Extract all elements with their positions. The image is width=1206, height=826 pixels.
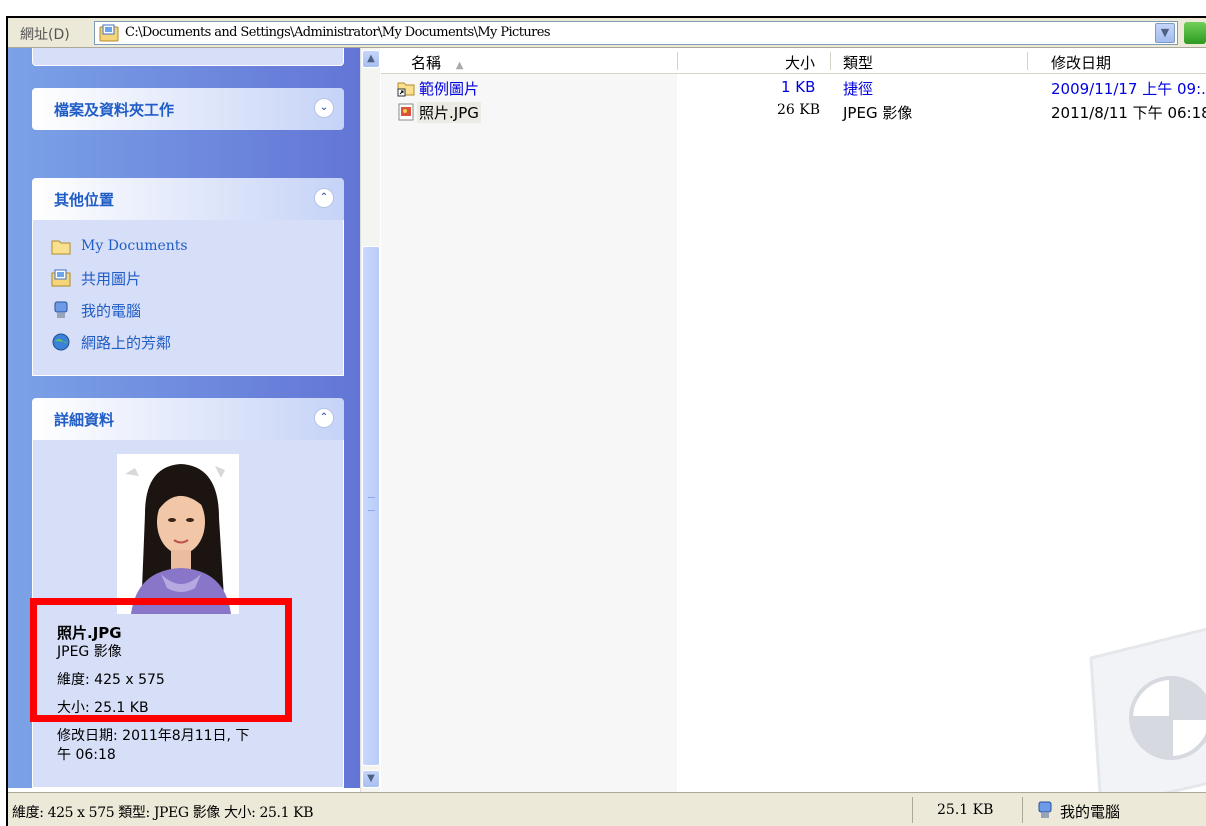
column-size[interactable]: 大小 [785,52,815,73]
photo-thumbnail [117,454,239,614]
go-button[interactable] [1184,22,1206,44]
status-size: 25.1 KB [937,802,994,818]
status-divider [1022,797,1023,823]
link-label: My Documents [81,238,188,254]
network-icon [52,333,70,351]
scroll-up-button[interactable]: ▲ [362,50,380,68]
column-modified[interactable]: 修改日期 [1051,52,1111,73]
previous-panel-body [32,48,344,66]
file-size: 1 KB [781,78,816,96]
details-file-name: 照片.JPG [57,624,122,642]
link-network[interactable]: 網路上的芳鄰 [51,330,171,354]
chevron-down-icon: ▼ [1160,26,1170,39]
file-type: JPEG 影像 [843,104,913,122]
status-text: 維度: 425 x 575 類型: JPEG 影像 大小: 25.1 KB [12,805,314,821]
status-divider [912,797,913,823]
details-modified-cont: 午 06:18 [57,747,116,763]
link-label: 我的電腦 [81,301,142,320]
link-shared-pictures[interactable]: 共用圖片 [51,266,141,290]
details-panel-body: 照片.JPG JPEG 影像 維度: 425 x 575 大小: 25.1 KB… [32,440,344,788]
shared-pictures-icon [51,269,71,287]
file-row-photo[interactable]: 照片.JPG 26 KB JPEG 影像 2011/8/11 下午 06:18 [381,100,1206,124]
column-divider[interactable] [677,52,678,70]
panel-title: 其他位置 [54,191,115,209]
folder-icon [51,240,71,255]
computer-icon [54,301,68,318]
details-size: 大小: 25.1 KB [57,700,149,716]
other-places-panel-body: My Documents 共用圖片 我的電腦 網路上的芳鄰 [32,220,344,376]
details-info: 照片.JPG JPEG 影像 維度: 425 x 575 大小: 25.1 KB… [57,624,249,765]
collapse-chevron-icon[interactable]: ⌃ [314,188,334,208]
task-pane-scrollbar[interactable]: ▲ ▼ [360,48,380,792]
file-type: 捷徑 [843,80,874,98]
panel-title: 檔案及資料夾工作 [54,101,175,119]
pictures-folder-icon [99,24,119,42]
chevron-up-icon: ▲ [367,53,375,64]
column-name[interactable]: 名稱 ▲ [411,52,464,73]
details-panel-header[interactable]: 詳細資料 ⌃ [32,398,344,440]
file-modified: 2011/8/11 下午 06:18 [1051,104,1206,122]
link-label: 共用圖片 [81,269,142,288]
details-modified: 修改日期: 2011年8月11日, 下 [57,728,250,744]
pictures-watermark-icon [1089,627,1206,792]
column-divider[interactable] [1027,52,1028,70]
address-dropdown-button[interactable]: ▼ [1155,23,1175,43]
sorted-column-bg [381,74,677,792]
address-path: C:\Documents and Settings\Administrator\… [125,25,551,40]
link-my-documents[interactable]: My Documents [51,234,188,258]
grip-icon [368,497,375,511]
file-name: 範例圖片 [419,80,480,98]
link-my-computer[interactable]: 我的電腦 [51,298,141,322]
task-pane: 檔案及資料夾工作 ⌄ 其他位置 ⌃ My Documents 共用圖片 我的電腦… [8,48,360,788]
column-type[interactable]: 類型 [843,52,873,73]
sort-ascending-icon: ▲ [455,60,464,71]
column-header-row: 名稱 ▲ 大小 類型 修改日期 [381,48,1206,74]
file-name: 照片.JPG [417,102,481,123]
address-label: 網址(D) [20,27,70,43]
file-modified: 2009/11/17 上午 09:... [1051,80,1206,98]
chevron-down-icon: ▼ [367,773,375,784]
address-input[interactable]: C:\Documents and Settings\Administrator\… [94,21,1178,45]
explorer-window: 網址(D) C:\Documents and Settings\Administ… [6,16,1206,826]
computer-icon [1038,801,1052,818]
file-list: 名稱 ▲ 大小 類型 修改日期 範例圖片 1 KB 捷徑 2009/11/17 … [381,48,1206,792]
expand-chevron-icon[interactable]: ⌄ [314,98,334,118]
link-label: 網路上的芳鄰 [81,333,172,352]
jpeg-file-icon [398,103,414,121]
scroll-thumb[interactable] [362,246,380,766]
address-bar: 網址(D) C:\Documents and Settings\Administ… [8,18,1206,48]
scroll-down-button[interactable]: ▼ [362,770,380,788]
status-location: 我的電腦 [1060,803,1121,821]
folder-shortcut-icon [397,82,415,97]
details-dimensions: 維度: 425 x 575 [57,672,165,688]
other-places-panel-header[interactable]: 其他位置 ⌃ [32,178,344,220]
file-tasks-panel-header[interactable]: 檔案及資料夾工作 ⌄ [32,88,344,130]
file-row-sample-pictures[interactable]: 範例圖片 1 KB 捷徑 2009/11/17 上午 09:... [381,76,1206,100]
collapse-chevron-icon[interactable]: ⌃ [314,408,334,428]
details-file-type: JPEG 影像 [57,644,122,660]
status-bar: 維度: 425 x 575 類型: JPEG 影像 大小: 25.1 KB 25… [8,792,1206,826]
column-divider[interactable] [830,52,831,70]
column-name-label: 名稱 [411,54,442,72]
panel-title: 詳細資料 [54,411,115,429]
file-size: 26 KB [777,102,821,118]
